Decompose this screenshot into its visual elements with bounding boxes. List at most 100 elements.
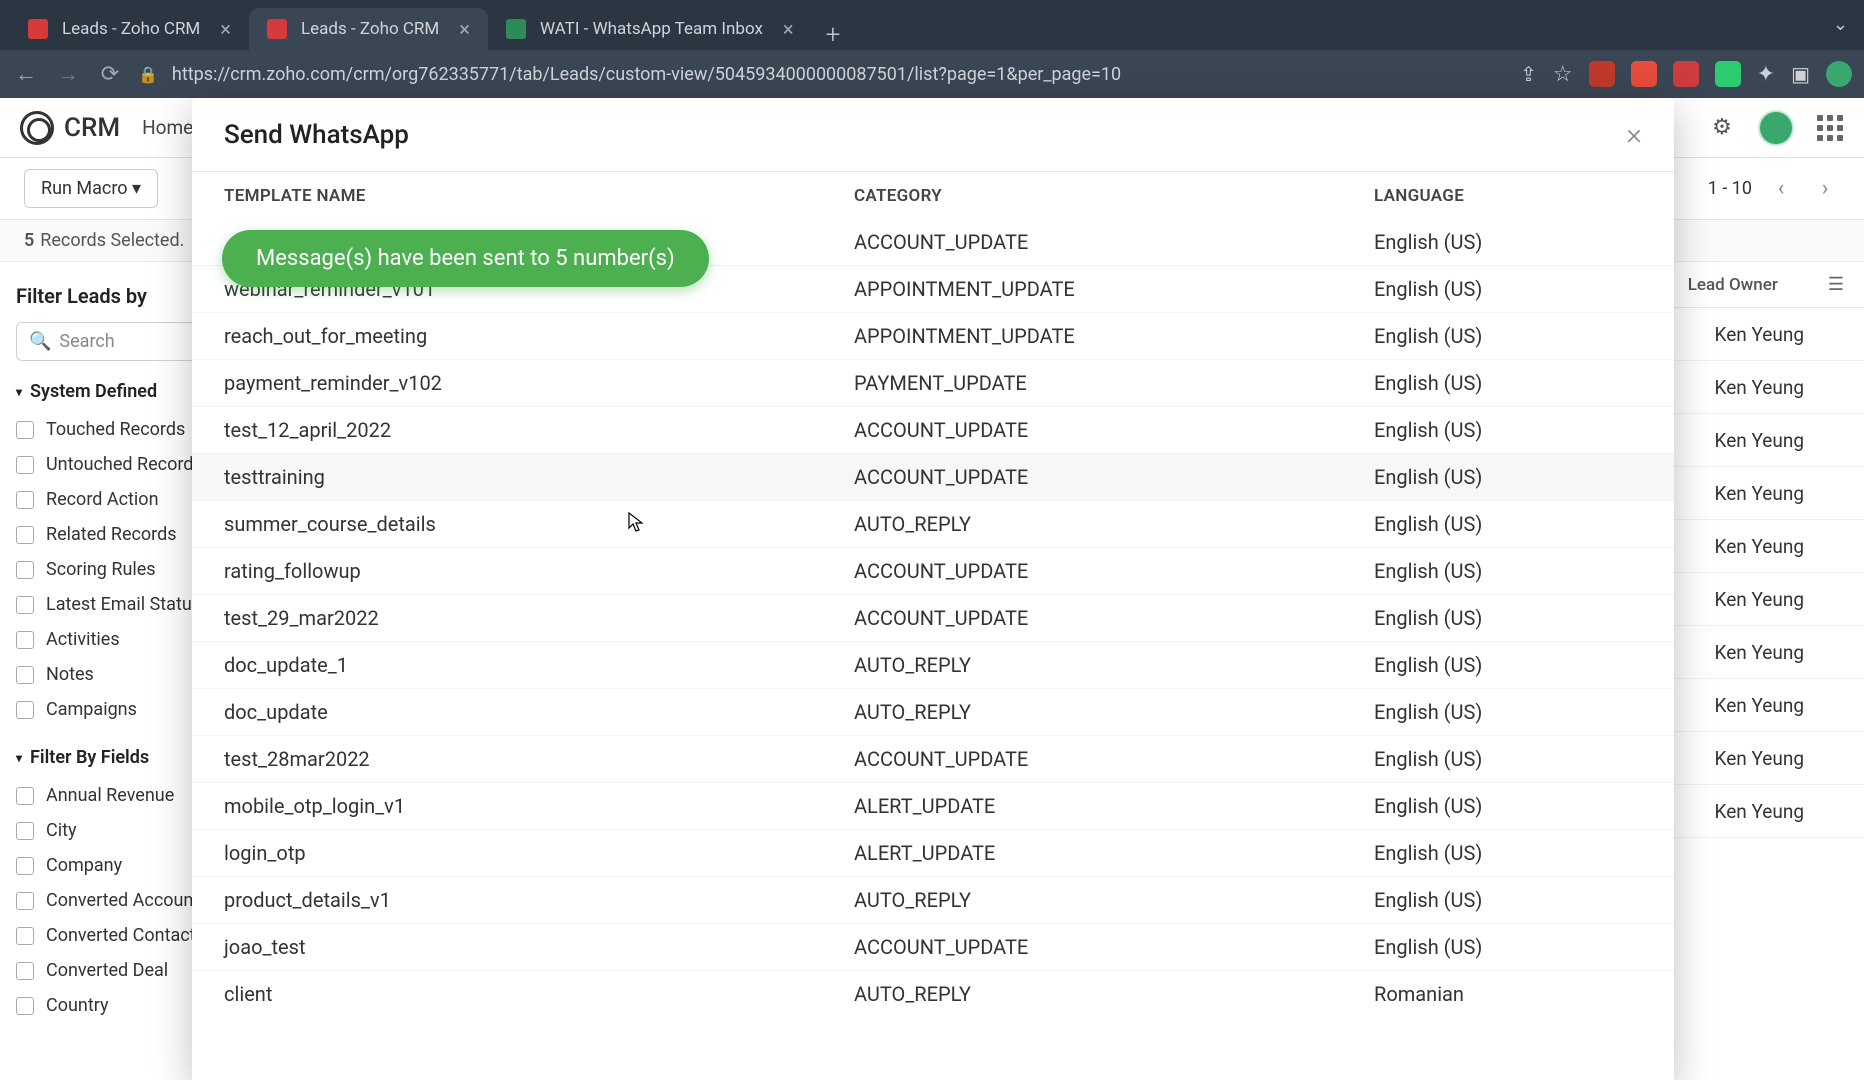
checkbox-icon[interactable] [16, 421, 34, 439]
checkbox-icon[interactable] [16, 822, 34, 840]
template-row[interactable]: login_otpALERT_UPDATEEnglish (US) [192, 829, 1674, 876]
lead-owner-cell: Ken Yeung [1715, 323, 1804, 346]
template-language-cell: English (US) [1374, 747, 1642, 771]
close-icon[interactable]: × [1626, 117, 1642, 152]
template-name-cell: test_28mar2022 [224, 747, 854, 771]
close-tab-icon[interactable]: × [459, 17, 470, 41]
window-dropdown-icon[interactable]: ⌄ [1833, 14, 1848, 35]
run-macro-button[interactable]: Run Macro ▾ [24, 169, 158, 208]
template-row[interactable]: product_details_v1AUTO_REPLYEnglish (US) [192, 876, 1674, 923]
url-text[interactable]: https://crm.zoho.com/crm/org762335771/ta… [172, 64, 1121, 85]
checkbox-icon[interactable] [16, 456, 34, 474]
template-row[interactable]: payment_reminder_v102PAYMENT_UPDATEEngli… [192, 359, 1674, 406]
nav-home[interactable]: Home [142, 116, 193, 139]
template-row[interactable]: test_12_april_2022ACCOUNT_UPDATEEnglish … [192, 406, 1674, 453]
template-language-cell: English (US) [1374, 700, 1642, 724]
bookmark-star-icon[interactable]: ☆ [1553, 62, 1573, 87]
template-name-cell: test_29_mar2022 [224, 606, 854, 630]
browser-tab-strip: Leads - Zoho CRM×Leads - Zoho CRM×WATI -… [0, 0, 1864, 50]
pager-prev-button[interactable]: ‹ [1766, 174, 1796, 204]
checkbox-icon[interactable] [16, 927, 34, 945]
pagination: 1 - 10 ‹ › [1708, 174, 1840, 204]
template-category-cell: AUTO_REPLY [854, 888, 1374, 912]
lead-owner-cell: Ken Yeung [1715, 376, 1804, 399]
tab-title: Leads - Zoho CRM [62, 19, 200, 39]
template-language-cell: English (US) [1374, 559, 1642, 583]
checkbox-icon[interactable] [16, 666, 34, 684]
checkbox-icon[interactable] [16, 561, 34, 579]
template-name-cell: doc_update [224, 700, 854, 724]
checkbox-icon[interactable] [16, 596, 34, 614]
user-avatar[interactable] [1758, 110, 1794, 146]
gear-icon[interactable]: ⚙ [1708, 114, 1736, 142]
extension-tray: ⇪ ☆ ✦ ▣ [1520, 61, 1852, 87]
apps-grid-icon[interactable] [1816, 114, 1844, 142]
filter-label: Record Action [46, 489, 159, 510]
lead-owner-cell: Ken Yeung [1715, 694, 1804, 717]
modal-header: Send WhatsApp × [192, 98, 1674, 172]
template-row[interactable]: doc_update_1AUTO_REPLYEnglish (US) [192, 641, 1674, 688]
filter-label: City [46, 820, 77, 841]
lead-owner-cell: Ken Yeung [1715, 641, 1804, 664]
view-settings-icon[interactable]: ☰ [1828, 274, 1844, 295]
favicon-icon [267, 19, 287, 39]
lead-owner-cell: Ken Yeung [1715, 588, 1804, 611]
template-name-cell: login_otp [224, 841, 854, 865]
browser-tab[interactable]: WATI - WhatsApp Team Inbox× [488, 8, 812, 50]
close-tab-icon[interactable]: × [220, 17, 231, 41]
checkbox-icon[interactable] [16, 892, 34, 910]
ext-icon-3[interactable] [1673, 61, 1699, 87]
checkbox-icon[interactable] [16, 962, 34, 980]
template-row[interactable]: rating_followupACCOUNT_UPDATEEnglish (US… [192, 547, 1674, 594]
lead-owner-cell: Ken Yeung [1715, 747, 1804, 770]
template-category-cell: ACCOUNT_UPDATE [854, 465, 1374, 489]
checkbox-icon[interactable] [16, 787, 34, 805]
template-row[interactable]: reach_out_for_meetingAPPOINTMENT_UPDATEE… [192, 312, 1674, 359]
browser-address-bar: ← → ⟳ 🔒 https://crm.zoho.com/crm/org7623… [0, 50, 1864, 98]
template-name-cell: summer_course_details [224, 512, 854, 536]
ext-icon-4[interactable] [1715, 61, 1741, 87]
template-row[interactable]: test_28mar2022ACCOUNT_UPDATEEnglish (US) [192, 735, 1674, 782]
template-row[interactable]: doc_updateAUTO_REPLYEnglish (US) [192, 688, 1674, 735]
panel-icon[interactable]: ▣ [1791, 62, 1810, 86]
template-list[interactable]: ACCOUNT_UPDATEEnglish (US)webinar_remind… [192, 218, 1674, 1080]
checkbox-icon[interactable] [16, 526, 34, 544]
success-toast: Message(s) have been sent to 5 number(s) [222, 230, 709, 287]
browser-tab[interactable]: Leads - Zoho CRM × [10, 8, 249, 50]
checkbox-icon[interactable] [16, 491, 34, 509]
back-button[interactable]: ← [12, 61, 40, 87]
col-template-name: TEMPLATE NAME [224, 186, 854, 206]
template-category-cell: PAYMENT_UPDATE [854, 371, 1374, 395]
template-language-cell: English (US) [1374, 606, 1642, 630]
share-icon[interactable]: ⇪ [1520, 62, 1537, 86]
template-language-cell: English (US) [1374, 512, 1642, 536]
checkbox-icon[interactable] [16, 631, 34, 649]
template-row[interactable]: joao_testACCOUNT_UPDATEEnglish (US) [192, 923, 1674, 970]
forward-button[interactable]: → [54, 61, 82, 87]
template-row[interactable]: summer_course_detailsAUTO_REPLYEnglish (… [192, 500, 1674, 547]
template-row[interactable]: clientAUTO_REPLYRomanian [192, 970, 1674, 1017]
filter-label: Notes [46, 664, 94, 685]
search-icon: 🔍 [29, 331, 51, 352]
reload-button[interactable]: ⟳ [96, 62, 124, 87]
pager-next-button[interactable]: › [1810, 174, 1840, 204]
extensions-puzzle-icon[interactable]: ✦ [1757, 62, 1775, 87]
template-name-cell: product_details_v1 [224, 888, 854, 912]
ext-icon-2[interactable] [1631, 61, 1657, 87]
checkbox-icon[interactable] [16, 997, 34, 1015]
profile-avatar-icon[interactable] [1826, 61, 1852, 87]
template-category-cell: ACCOUNT_UPDATE [854, 230, 1374, 254]
template-row[interactable]: testtrainingACCOUNT_UPDATEEnglish (US) [192, 453, 1674, 500]
lead-owner-cell: Ken Yeung [1715, 535, 1804, 558]
template-category-cell: ALERT_UPDATE [854, 841, 1374, 865]
browser-tab[interactable]: Leads - Zoho CRM× [249, 8, 488, 50]
template-row[interactable]: test_29_mar2022ACCOUNT_UPDATEEnglish (US… [192, 594, 1674, 641]
brand-logo[interactable]: CRM [20, 111, 120, 145]
new-tab-button[interactable]: + [812, 20, 855, 50]
checkbox-icon[interactable] [16, 701, 34, 719]
col-lead-owner[interactable]: Lead Owner [1688, 275, 1778, 295]
close-tab-icon[interactable]: × [783, 17, 794, 41]
ext-icon-1[interactable] [1589, 61, 1615, 87]
template-row[interactable]: mobile_otp_login_v1ALERT_UPDATEEnglish (… [192, 782, 1674, 829]
checkbox-icon[interactable] [16, 857, 34, 875]
